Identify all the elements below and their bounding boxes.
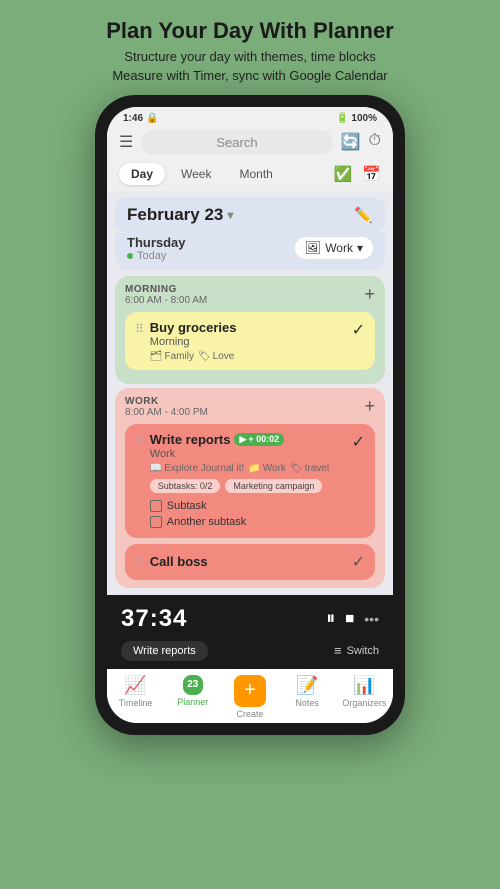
phone-screen: 1:46 🔒 🔋 100% ☰ Search 🔄 ⏱ Day Week Mont… [107, 107, 393, 723]
today-label: Today [127, 250, 186, 262]
work-title: WORK [125, 396, 208, 407]
work-tag-icon: 🖼 [305, 240, 322, 256]
task-write-reports[interactable]: ⠿ Write reports ▶ + 00:02 Work 📖 Explore… [125, 424, 375, 538]
calendar-icon[interactable]: 📅 [362, 165, 381, 183]
status-bar: 1:46 🔒 🔋 100% [107, 107, 393, 126]
timer-badge: ▶ + 00:02 [234, 433, 284, 446]
timer-display: 37:34 [121, 605, 187, 633]
work-tag-label: Work [325, 241, 353, 255]
task-check-icon[interactable]: ✓ [352, 552, 365, 572]
today-dot [127, 253, 133, 259]
timer-icon[interactable]: ⏱ [369, 132, 381, 152]
morning-section: MORNING 6:00 AM - 8:00 AM + ⠿ Buy grocer… [115, 276, 385, 384]
timer-switch[interactable]: ≡ Switch [334, 643, 379, 658]
timer-bar: 37:34 ⏸ ⏹ ••• [107, 595, 393, 639]
date-chevron-icon[interactable]: ▾ [227, 208, 233, 222]
task-subtitle: Morning [150, 336, 346, 348]
day-name: Thursday [127, 235, 186, 250]
work-add-button[interactable]: + [364, 396, 375, 417]
subtask-checkbox[interactable] [150, 500, 162, 512]
signal-icon: 🔒 [146, 113, 158, 124]
task-call-boss[interactable]: ⠿ Call boss ✓ [125, 544, 375, 580]
nav-planner-label: Planner [177, 697, 208, 707]
task-buy-groceries[interactable]: ⠿ Buy groceries Morning 🗂 Family 🏷 Love … [125, 312, 375, 370]
search-box[interactable]: Search [141, 130, 332, 155]
subtask-chip: Subtasks: 0/2 [150, 479, 221, 493]
switch-icon: ≡ [334, 643, 342, 658]
nav-organizers-label: Organizers [342, 698, 386, 708]
task-title: Call boss [150, 554, 346, 569]
task-subtitle: Work [150, 448, 346, 460]
date-header: February 23 ▾ ✏️ [115, 197, 385, 233]
tab-week[interactable]: Week [169, 163, 223, 185]
timer-task-row: Write reports ≡ Switch [107, 639, 393, 669]
timer-pause-icon[interactable]: ⏸ [326, 608, 335, 629]
drag-handle-icon: ⠿ [135, 432, 144, 448]
app-subtitle: Structure your day with themes, time blo… [106, 48, 394, 84]
task-title: Write reports [150, 432, 231, 447]
bottom-nav: 📈 Timeline 23 Planner + Create 📝 Notes 📊… [107, 669, 393, 723]
app-title: Plan Your Day With Planner [106, 18, 394, 44]
drag-handle-icon: ⠿ [135, 320, 144, 336]
subtask-item: Another subtask [150, 514, 346, 530]
drag-handle-icon: ⠿ [135, 554, 144, 570]
nav-timeline-label: Timeline [119, 698, 153, 708]
period-tabs: Day Week Month ✅ 📅 [107, 161, 393, 191]
nav-notes[interactable]: 📝 Notes [282, 675, 332, 708]
task-check-icon[interactable]: ✓ [352, 432, 365, 452]
organizers-icon: 📊 [353, 675, 375, 696]
subtask-chips: Subtasks: 0/2 Marketing campaign [150, 479, 346, 493]
search-placeholder: Search [216, 135, 257, 150]
morning-add-button[interactable]: + [364, 284, 375, 305]
menu-icon[interactable]: ☰ [119, 132, 133, 152]
tab-month[interactable]: Month [227, 163, 284, 185]
scroll-content[interactable]: February 23 ▾ ✏️ Thursday Today 🖼 Work [107, 191, 393, 595]
create-button[interactable]: + [234, 675, 266, 707]
top-bar: ☰ Search 🔄 ⏱ [107, 126, 393, 161]
checklist-icon[interactable]: ✅ [334, 165, 353, 183]
planner-badge: 23 [183, 675, 203, 695]
task-title: Buy groceries [150, 320, 346, 335]
work-time: 8:00 AM - 4:00 PM [125, 407, 208, 418]
nav-planner[interactable]: 23 Planner [168, 675, 218, 707]
date-display: February 23 [127, 205, 223, 225]
nav-timeline[interactable]: 📈 Timeline [111, 675, 161, 708]
nav-create-label: Create [236, 709, 263, 719]
subtask-list: Subtask Another subtask [150, 498, 346, 530]
status-time: 1:46 [123, 113, 143, 124]
nav-notes-label: Notes [295, 698, 319, 708]
battery-icon: 🔋 [336, 113, 348, 124]
tab-day[interactable]: Day [119, 163, 165, 185]
timer-more-icon[interactable]: ••• [364, 611, 379, 627]
work-tag-chevron: ▾ [357, 241, 363, 255]
nav-create[interactable]: + Create [225, 675, 275, 719]
work-section: WORK 8:00 AM - 4:00 PM + ⠿ Write reports… [115, 388, 385, 588]
task-tags: 📖 Explore Journal it! 📁 Work 🏷 travel [150, 463, 346, 474]
subtask-checkbox[interactable] [150, 516, 162, 528]
notes-icon: 📝 [296, 675, 318, 696]
timer-stop-icon[interactable]: ⏹ [345, 608, 354, 629]
timer-task-label[interactable]: Write reports [121, 641, 208, 661]
switch-label: Switch [347, 645, 379, 657]
subtask-chip: Marketing campaign [225, 479, 322, 493]
morning-time: 6:00 AM - 8:00 AM [125, 295, 207, 306]
phone-device: 1:46 🔒 🔋 100% ☰ Search 🔄 ⏱ Day Week Mont… [95, 95, 405, 735]
subtask-item: Subtask [150, 498, 346, 514]
task-check-icon[interactable]: ✓ [352, 320, 365, 340]
morning-title: MORNING [125, 284, 207, 295]
task-tags: 🗂 Family 🏷 Love [150, 351, 346, 362]
work-tag[interactable]: 🖼 Work ▾ [295, 237, 373, 259]
day-row: Thursday Today 🖼 Work ▾ [115, 233, 385, 270]
timeline-icon: 📈 [124, 675, 146, 696]
edit-icon[interactable]: ✏️ [354, 206, 373, 224]
refresh-icon[interactable]: 🔄 [341, 132, 361, 152]
app-header: Plan Your Day With Planner Structure you… [86, 0, 414, 95]
nav-organizers[interactable]: 📊 Organizers [339, 675, 389, 708]
battery-percent: 100% [351, 113, 377, 124]
